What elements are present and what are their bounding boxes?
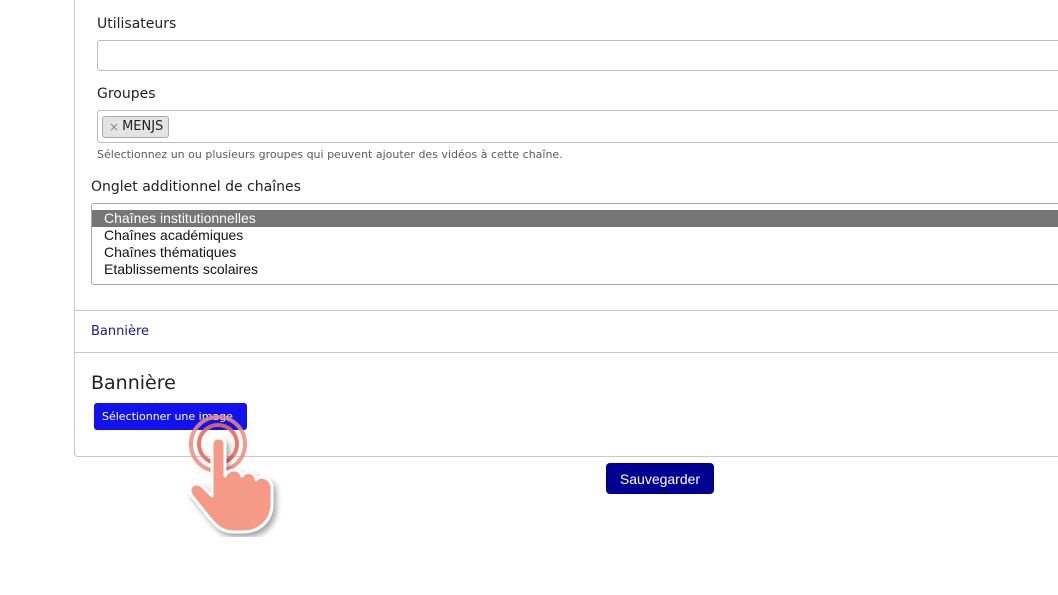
save-button[interactable]: Sauvegarder xyxy=(606,463,714,494)
banner-accordion-link[interactable]: Bannière xyxy=(91,324,149,339)
tab-option[interactable]: Etablissements scolaires xyxy=(92,261,1058,278)
tab-label: Onglet additionnel de chaînes xyxy=(91,179,301,195)
tab-option[interactable]: Chaînes thématiques xyxy=(92,244,1058,261)
users-label: Utilisateurs xyxy=(97,16,177,32)
tap-hand-icon xyxy=(176,412,291,541)
banner-section-title: Bannière xyxy=(91,372,176,394)
groups-input[interactable] xyxy=(97,110,1058,143)
groups-label: Groupes xyxy=(97,86,156,102)
group-tag-menjs: × MENJS xyxy=(102,116,170,138)
tab-option[interactable]: Chaînes académiques xyxy=(92,227,1058,244)
users-input[interactable] xyxy=(97,40,1058,71)
group-tag-label: MENJS xyxy=(122,119,164,134)
tab-multiselect[interactable]: Chaînes institutionnelles Chaînes académ… xyxy=(91,203,1058,285)
close-icon[interactable]: × xyxy=(109,117,119,137)
divider xyxy=(74,310,1058,311)
divider xyxy=(74,352,1058,353)
tab-option[interactable]: Chaînes institutionnelles xyxy=(92,210,1058,227)
groups-help-text: Sélectionnez un ou plusieurs groupes qui… xyxy=(97,148,563,161)
